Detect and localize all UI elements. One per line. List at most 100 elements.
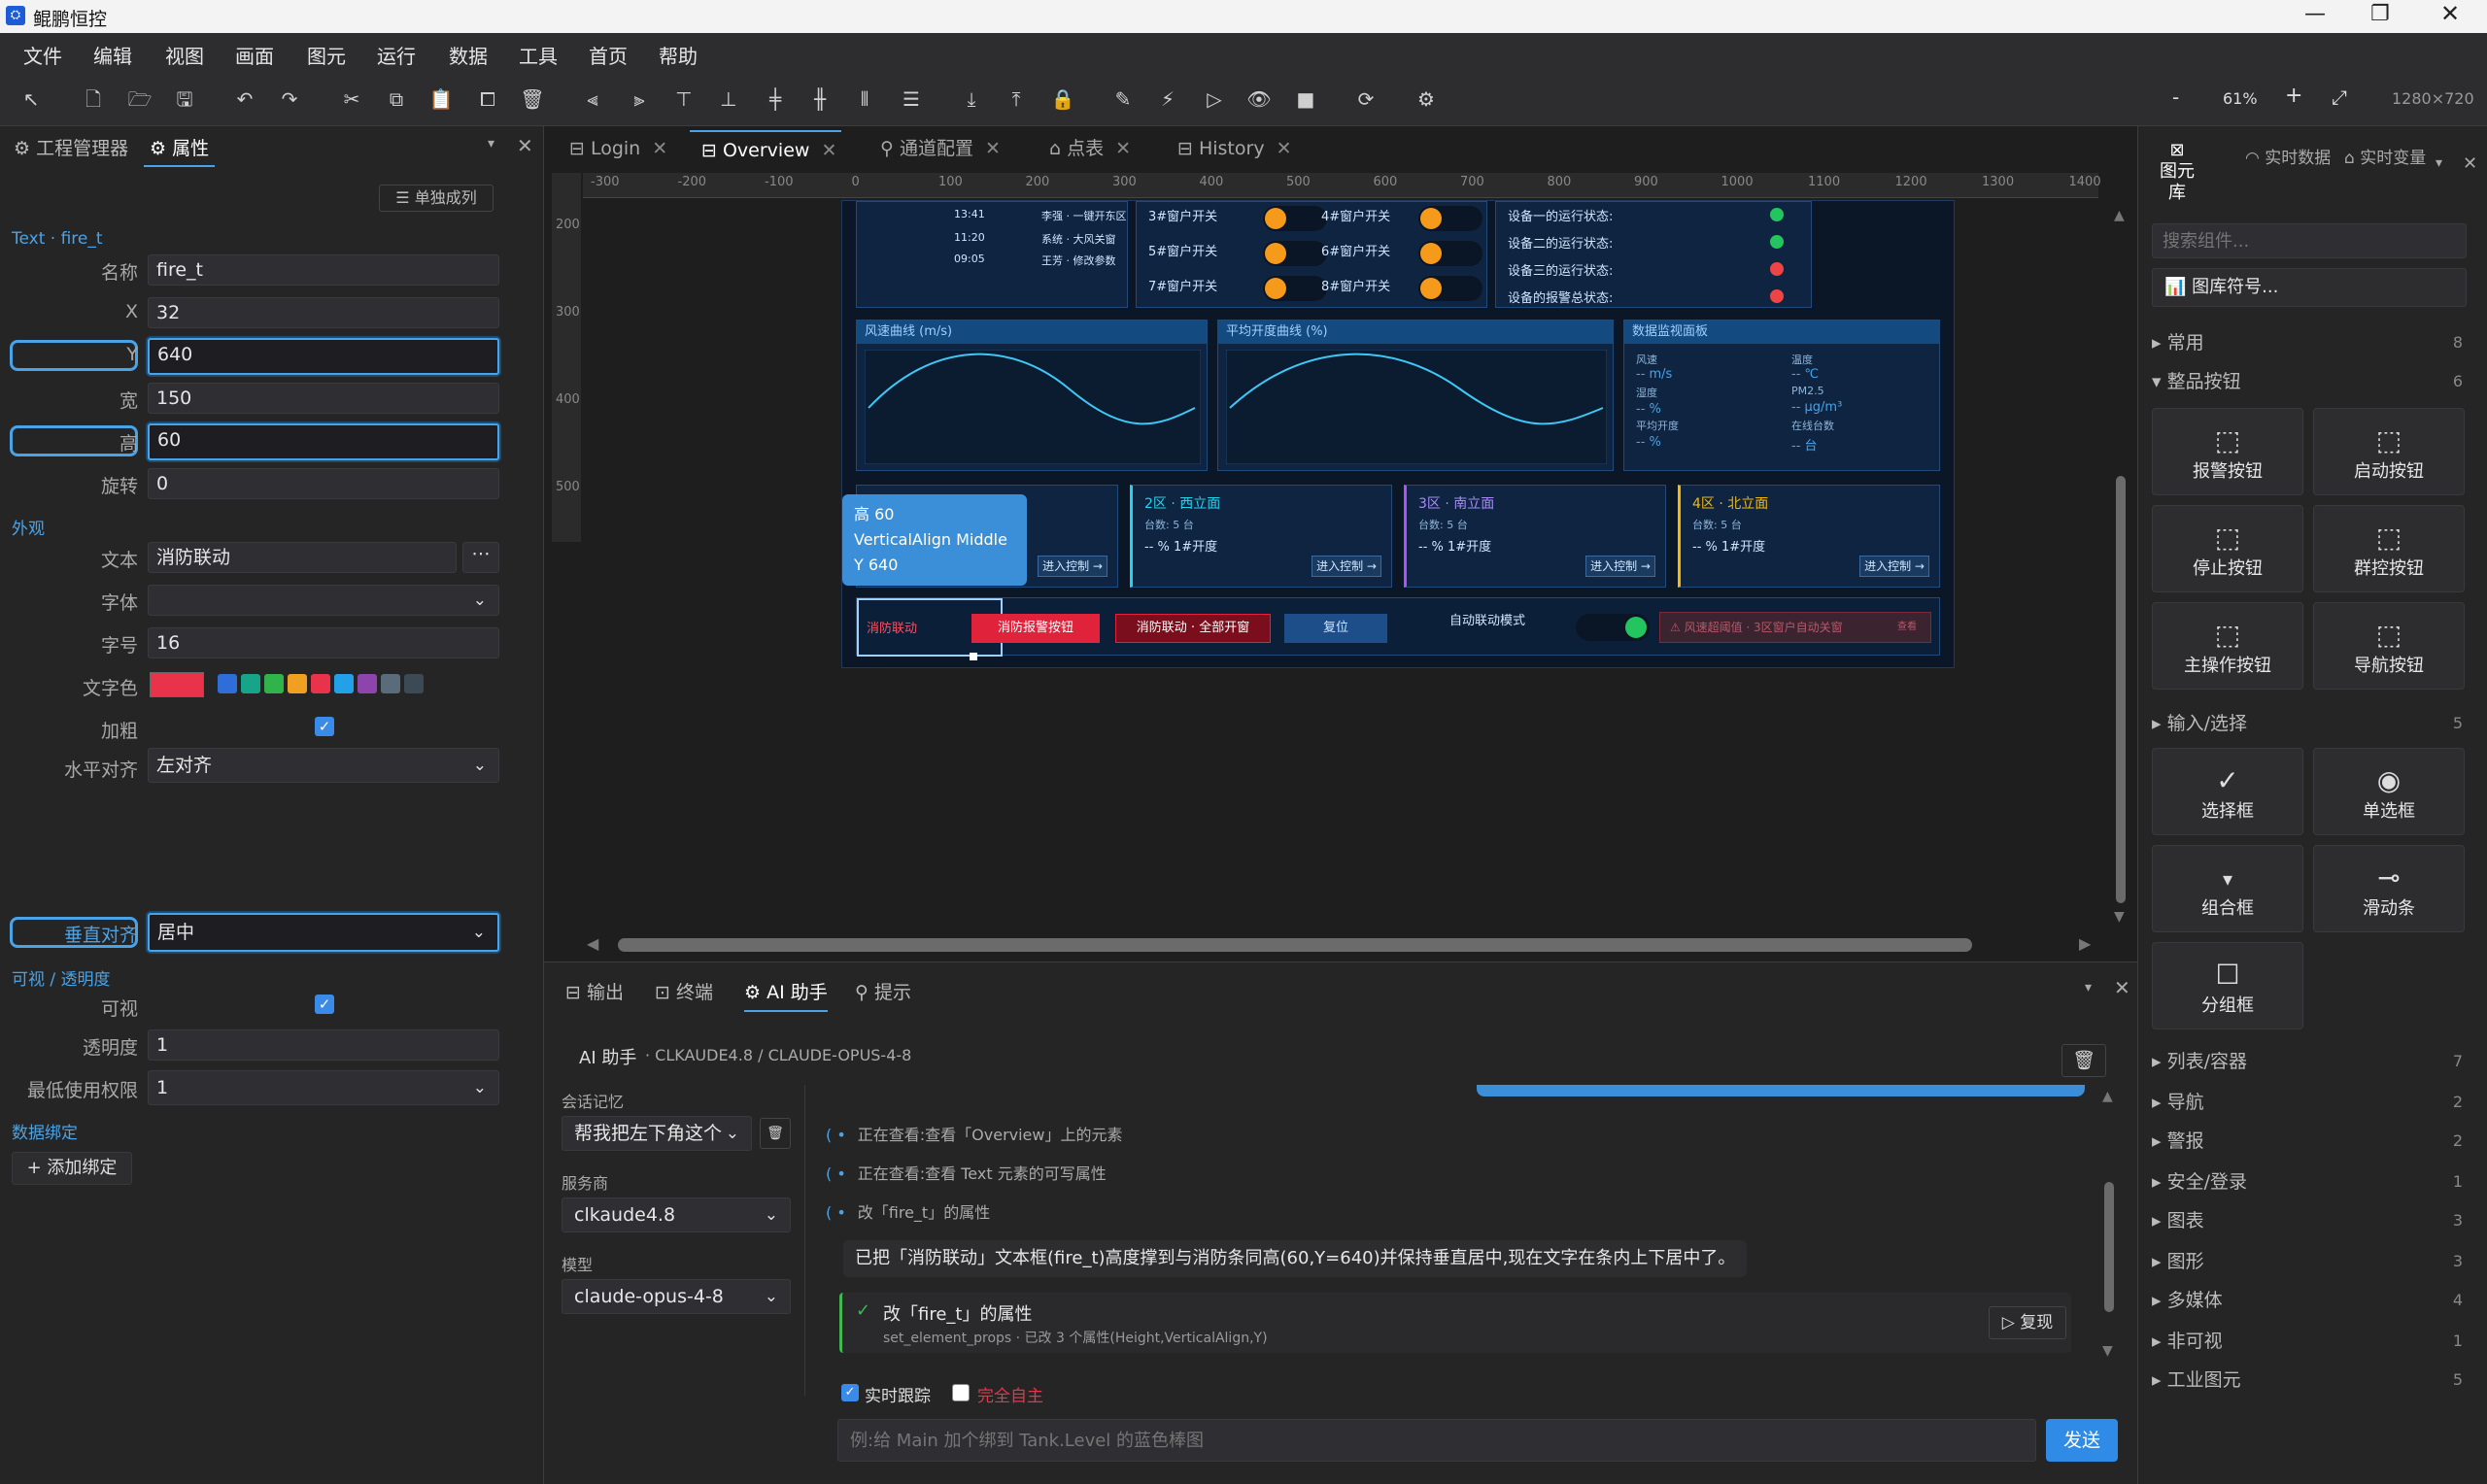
maximize-icon[interactable]: ❐ — [2370, 2, 2390, 26]
close-tab-icon[interactable]: ✕ — [821, 140, 836, 161]
text-field[interactable]: 消防联动 — [148, 542, 457, 573]
delete-icon[interactable]: 🗑 — [519, 85, 546, 113]
duplicate-icon[interactable]: ⧠ — [474, 85, 501, 113]
cut-icon[interactable]: ✂ — [338, 85, 365, 113]
tab-live-data[interactable]: ◠ 实时数据 — [2245, 148, 2352, 169]
zoom-in-button[interactable]: + — [2285, 84, 2302, 108]
name-field[interactable]: fire_t — [148, 254, 499, 286]
opacity-field[interactable]: 1 — [148, 1029, 499, 1061]
primary-button-item[interactable]: ⬚ 主操作按钮 — [2152, 602, 2303, 690]
fire-alarm-button[interactable]: 消防报警按钮 — [971, 614, 1100, 643]
chat-input[interactable] — [837, 1419, 2036, 1462]
design-canvas[interactable]: 13:41 李强 · 一键开东区 11:20 系统 · 大风关窗 09:05 王… — [841, 200, 1955, 668]
checkbox-item[interactable]: ✓ 选择框 — [2152, 748, 2303, 835]
font-select[interactable]: ⌄ — [148, 585, 499, 616]
model-select[interactable]: claude-opus-4-8 ⌄ — [562, 1279, 791, 1314]
category-charts[interactable]: ▸ 图表 3 — [2152, 1204, 2467, 1237]
enter-control-button[interactable]: 进入控制 → — [1585, 556, 1655, 577]
distribute-h-icon[interactable]: ⦀ — [851, 85, 878, 113]
menu-view[interactable]: 视图 — [165, 41, 204, 69]
zoom-out-button[interactable]: - — [2172, 85, 2179, 109]
category-non-visual[interactable]: ▸ 非可视 1 — [2152, 1325, 2467, 1358]
settings-icon[interactable]: ⚙ — [1413, 85, 1440, 113]
category-buttons[interactable]: ▾ 整品按钮 6 — [2152, 365, 2467, 398]
color-swatch[interactable] — [358, 674, 377, 693]
tab-terminal[interactable]: ⊡ 终端 — [655, 978, 713, 1004]
halign-select[interactable]: 左对齐 ⌄ — [148, 748, 499, 783]
enter-control-button[interactable]: 进入控制 → — [1038, 556, 1107, 577]
menu-home[interactable]: 首页 — [589, 41, 628, 69]
rotation-field[interactable]: 0 — [148, 468, 499, 499]
nav-button-item[interactable]: ⬚ 导航按钮 — [2313, 602, 2465, 690]
auto-mode-toggle[interactable] — [1576, 614, 1650, 641]
undo-icon[interactable]: ↶ — [231, 85, 258, 113]
alarm-button-item[interactable]: ⬚ 报警按钮 — [2152, 408, 2303, 495]
lock-icon[interactable]: 🔒 — [1049, 85, 1076, 113]
color-swatch[interactable] — [311, 674, 330, 693]
menu-edit[interactable]: 编辑 — [93, 41, 132, 69]
vertical-scrollbar[interactable]: ▲ ▼ — [2114, 208, 2128, 927]
close-icon[interactable]: ✕ — [2440, 0, 2460, 27]
delete-memory-button[interactable]: 🗑 — [760, 1118, 791, 1149]
menu-file[interactable]: 文件 — [23, 41, 62, 69]
reset-button[interactable]: 复位 — [1284, 614, 1387, 643]
tab-overview[interactable]: ⊟ Overview ✕ — [690, 130, 841, 167]
menu-run[interactable]: 运行 — [377, 41, 416, 69]
chat-scroll-thumb[interactable] — [2104, 1182, 2114, 1312]
tab-project-manager[interactable]: ⚙ 工程管理器 — [14, 134, 128, 167]
size-field[interactable]: 16 — [148, 627, 499, 658]
align-top-icon[interactable]: ⊤ — [670, 85, 698, 113]
y-field[interactable]: 640 — [148, 338, 499, 375]
full-auto-checkbox[interactable] — [952, 1384, 970, 1401]
close-tab-icon[interactable]: ✕ — [652, 138, 667, 159]
tab-hints[interactable]: ⚲ 提示 — [855, 978, 911, 1004]
replay-button[interactable]: ▷ 复现 — [1989, 1306, 2066, 1339]
minimize-icon[interactable]: — — [2304, 2, 2326, 26]
align-left-icon[interactable]: ⫷ — [579, 85, 606, 113]
bold-checkbox[interactable]: ✓ — [315, 717, 334, 736]
component-search-input[interactable] — [2152, 223, 2467, 258]
close-tab-icon[interactable]: ✕ — [1277, 138, 1292, 159]
width-field[interactable]: 150 — [148, 383, 499, 414]
height-field[interactable]: 60 — [148, 423, 499, 460]
stop-icon[interactable]: ■ — [1292, 85, 1319, 113]
resize-handle[interactable] — [970, 653, 977, 660]
chat-scrollbar[interactable]: ▲ ▼ — [2102, 1089, 2116, 1359]
tab-output[interactable]: ⊟ 输出 — [565, 978, 624, 1004]
slider-item[interactable]: ⊸ 滑动条 — [2313, 845, 2465, 932]
window-toggle[interactable] — [1263, 276, 1327, 301]
window-toggle[interactable] — [1418, 276, 1482, 301]
panel-close-icon[interactable]: ✕ — [2463, 153, 2477, 174]
category-alarm[interactable]: ▸ 警报 2 — [2152, 1125, 2467, 1158]
window-toggle[interactable] — [1418, 241, 1482, 266]
memory-select[interactable]: 帮我把左下角这个 ⌄ — [562, 1116, 752, 1151]
color-swatch[interactable] — [404, 674, 424, 693]
combobox-item[interactable]: ▾ 组合框 — [2152, 845, 2303, 932]
copy-icon[interactable]: ⧉ — [383, 85, 410, 113]
refresh-icon[interactable]: ⟳ — [1352, 85, 1380, 113]
open-folder-icon[interactable]: 🗁 — [126, 85, 153, 113]
window-toggle[interactable] — [1418, 206, 1482, 231]
category-security[interactable]: ▸ 安全/登录 1 — [2152, 1165, 2467, 1198]
redo-icon[interactable]: ↷ — [276, 85, 303, 113]
tab-element-library[interactable]: ⊠ 图元库 — [2156, 140, 2198, 204]
tab-history[interactable]: ⊟ History ✕ — [1177, 130, 1292, 167]
align-right-icon[interactable]: ⫸ — [626, 85, 653, 113]
category-list[interactable]: ▸ 列表/容器 7 — [2152, 1045, 2467, 1078]
menu-tools[interactable]: 工具 — [519, 41, 558, 69]
pen-icon[interactable]: ✎ — [1109, 85, 1137, 113]
menu-screen[interactable]: 画面 — [235, 41, 274, 69]
tab-ai-assistant[interactable]: ⚙ AI 助手 — [744, 978, 828, 1012]
send-back-icon[interactable]: ⤒ — [1003, 85, 1030, 113]
x-field[interactable]: 32 — [148, 297, 499, 328]
run-icon[interactable]: ▷ — [1201, 85, 1228, 113]
align-bottom-icon[interactable]: ⊥ — [715, 85, 742, 113]
color-swatch[interactable] — [241, 674, 260, 693]
distribute-v-icon[interactable]: ☰ — [898, 85, 925, 113]
color-swatch[interactable] — [288, 674, 307, 693]
groupbox-item[interactable]: ☐ 分组框 — [2152, 942, 2303, 1029]
add-binding-button[interactable]: + 添加绑定 — [12, 1152, 132, 1185]
group-control-button-item[interactable]: ⬚ 群控按钮 — [2313, 505, 2465, 592]
color-swatch[interactable] — [381, 674, 400, 693]
window-toggle[interactable] — [1263, 206, 1327, 231]
